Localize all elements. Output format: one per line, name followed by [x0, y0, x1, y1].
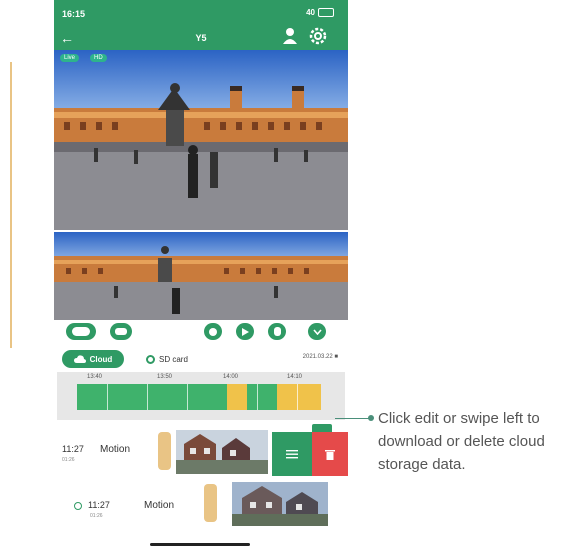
list-item[interactable]: 11:27 01:26 Motion [54, 480, 348, 532]
callout-text: Click edit or swipe left to download or … [378, 410, 545, 473]
page-title: Y5 [195, 33, 207, 43]
tab-cloud[interactable]: Cloud [62, 350, 124, 368]
timeline-tick [147, 384, 148, 410]
live-video-view[interactable]: Live HD [54, 50, 348, 230]
storage-tabs: Cloud SD card 2021.03.22 ■ [54, 346, 348, 370]
download-icon [286, 450, 298, 459]
event-marker [158, 432, 171, 470]
house-image [176, 430, 268, 474]
event-duration: 01:26 [62, 457, 75, 463]
person-icon[interactable] [280, 26, 300, 46]
signal-label: 40 [306, 8, 315, 17]
event-dot-icon [74, 502, 82, 510]
live-badge: Live [60, 54, 80, 62]
trash-icon [325, 449, 335, 460]
edit-tab[interactable] [312, 424, 332, 432]
event-time: 11:27 [88, 500, 110, 510]
timeline-segment-motion [277, 384, 321, 410]
replay-icon[interactable] [204, 323, 222, 340]
timeline-tick [107, 384, 108, 410]
timeline-segment-cloud [77, 384, 227, 410]
house-image [232, 482, 328, 526]
sd-card-icon [146, 354, 155, 364]
callout-dot [368, 415, 374, 421]
plaza-image-2 [54, 232, 348, 320]
chevron-down-icon[interactable] [308, 323, 326, 340]
timeline-label: 13:40 [87, 374, 103, 380]
list-item[interactable]: 11:27 01:26 Motion [54, 424, 348, 476]
status-indicators: 40 [306, 8, 334, 17]
download-button[interactable] [272, 432, 312, 476]
play-icon[interactable] [236, 323, 254, 340]
event-thumbnail[interactable] [232, 482, 328, 526]
timeline-tick [297, 384, 298, 410]
timeline-segment-motion [227, 384, 247, 410]
message-icon[interactable] [110, 323, 132, 340]
timeline[interactable]: 13:40 13:50 14:00 14:10 [57, 372, 345, 420]
phone-screen: 16:15 40 ← Y5 Live HD Cloud SD card 2021… [54, 0, 348, 556]
tab-cloud-label: Cloud [89, 354, 113, 364]
quality-badge[interactable]: HD [90, 54, 107, 62]
event-type: Motion [100, 444, 131, 455]
video-controls [54, 320, 348, 344]
event-marker [204, 484, 217, 522]
tab-sd-label: SD card [159, 354, 188, 364]
battery-icon [318, 8, 334, 17]
timeline-label: 13:50 [157, 374, 173, 380]
record-icon[interactable] [66, 323, 96, 340]
event-time: 11:27 [62, 444, 84, 454]
gear-icon[interactable] [308, 26, 328, 46]
timeline-segment-cloud [247, 384, 277, 410]
secondary-video-view[interactable] [54, 232, 348, 320]
timeline-label: 14:00 [223, 374, 239, 380]
audio-icon[interactable] [268, 323, 286, 340]
app-header: 16:15 40 ← Y5 [54, 0, 348, 50]
timeline-tick [257, 384, 258, 410]
decorative-side-line [10, 62, 12, 348]
date-selector[interactable]: 2021.03.22 ■ [303, 354, 338, 360]
event-duration: 01:26 [90, 513, 103, 519]
home-indicator [150, 543, 250, 546]
timeline-tick [187, 384, 188, 410]
event-thumbnail[interactable] [176, 430, 268, 474]
tab-sd-card[interactable]: SD card [146, 350, 188, 368]
delete-button[interactable] [312, 432, 348, 476]
callout-line [335, 418, 369, 419]
timeline-label: 14:10 [287, 374, 303, 380]
date-label: 2021.03.22 [302, 354, 333, 360]
calendar-icon: ■ [334, 354, 338, 360]
cloud-icon [73, 355, 86, 363]
plaza-image [54, 50, 348, 230]
status-time: 16:15 [62, 9, 86, 19]
event-type: Motion [144, 500, 175, 511]
